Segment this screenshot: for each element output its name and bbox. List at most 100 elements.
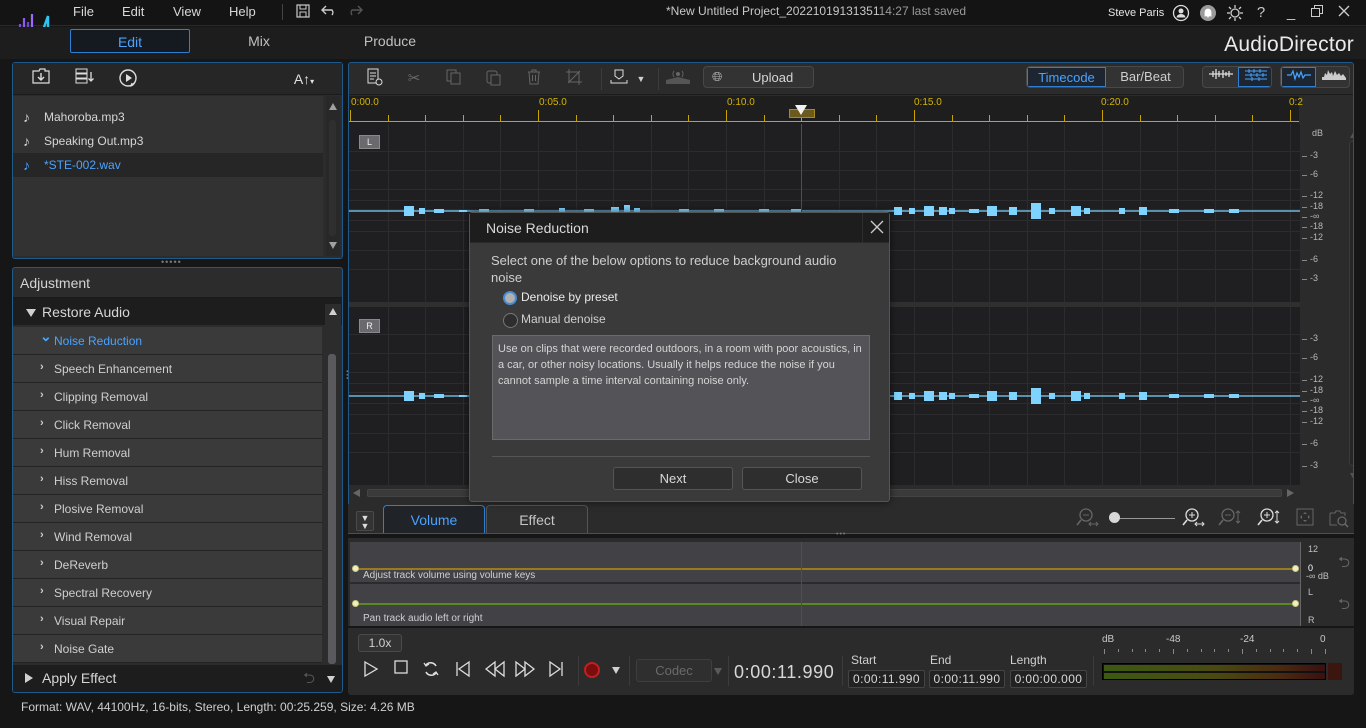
pan-envelope-line[interactable] xyxy=(356,603,1296,605)
adjustment-item[interactable]: › Spectral Recovery xyxy=(13,579,322,607)
menu-file[interactable]: File xyxy=(73,4,94,19)
import-list-icon[interactable] xyxy=(73,68,97,90)
panel-splitter[interactable]: ••••• xyxy=(161,257,182,267)
marker-dropdown-icon[interactable]: ▼ xyxy=(629,68,653,90)
scroll-down-icon[interactable] xyxy=(327,676,335,683)
adjustment-item[interactable]: › Clipping Removal xyxy=(13,383,322,411)
ruler-label: 0:2 xyxy=(1289,97,1303,108)
db-label: -∞ xyxy=(1310,395,1320,405)
menu-view[interactable]: View xyxy=(173,4,201,19)
codec-button: Codec xyxy=(636,659,712,682)
adjustment-item[interactable]: › DeReverb xyxy=(13,551,322,579)
stop-icon[interactable] xyxy=(391,660,411,680)
restore-audio-header[interactable]: Restore Audio xyxy=(13,297,342,325)
tab-volume[interactable]: Volume xyxy=(383,505,485,534)
collapse-panel-button[interactable]: ▼ ▼ xyxy=(356,511,374,531)
scroll-right-icon[interactable] xyxy=(1287,489,1294,497)
scroll-up-icon[interactable] xyxy=(329,308,337,315)
library-item[interactable]: ♪ Speaking Out.mp3 xyxy=(13,129,323,153)
adjustment-item[interactable]: › Hum Removal xyxy=(13,439,322,467)
playhead-marker-icon[interactable] xyxy=(794,105,807,115)
scroll-up-icon[interactable] xyxy=(329,103,337,110)
timecode-option[interactable]: Timecode xyxy=(1027,67,1106,87)
library-item[interactable]: ♪ *STE-002.wav xyxy=(13,153,323,177)
mode-tab-produce[interactable]: Produce xyxy=(330,29,450,53)
rewind-icon[interactable] xyxy=(483,660,507,680)
undo-icon[interactable] xyxy=(320,3,338,21)
next-button[interactable]: Next xyxy=(613,467,733,490)
menu-help[interactable]: Help xyxy=(229,4,256,19)
lower-splitter[interactable]: ••• xyxy=(836,531,846,538)
spectral-view-icon[interactable] xyxy=(1316,67,1349,87)
time-ruler[interactable]: 0:00.0 0:05.0 0:10.0 0:15.0 0:20.0 0:2 xyxy=(349,96,1303,124)
marker-icon[interactable] xyxy=(607,68,631,90)
dialog-close-icon[interactable] xyxy=(870,220,884,237)
adjustment-item[interactable]: › Plosive Removal xyxy=(13,495,322,523)
properties-icon[interactable] xyxy=(363,68,387,90)
zoom-in-horizontal-icon[interactable] xyxy=(1181,507,1207,531)
scroll-thumb[interactable] xyxy=(328,354,336,664)
waveform-view-icon[interactable] xyxy=(1281,67,1316,87)
record-button[interactable] xyxy=(584,662,600,678)
apply-effect-header[interactable]: Apply Effect ⮌ xyxy=(13,665,342,692)
loop-icon[interactable] xyxy=(421,660,441,680)
restore-icon[interactable] xyxy=(1307,4,1327,22)
length-time-field[interactable]: 0:00:00.000 xyxy=(1010,670,1087,688)
adjustment-item[interactable]: › Speech Enhancement xyxy=(13,355,322,383)
pan-keyframe[interactable] xyxy=(352,600,359,607)
minimize-icon[interactable]: _ xyxy=(1281,4,1301,22)
download-online-icon[interactable] xyxy=(117,68,141,90)
scroll-left-icon[interactable] xyxy=(353,489,360,497)
adjustment-item[interactable]: › Wind Removal xyxy=(13,523,322,551)
adjustment-scrollbar[interactable] xyxy=(325,304,341,665)
barbeat-option[interactable]: Bar/Beat xyxy=(1106,67,1183,87)
skip-start-icon[interactable] xyxy=(453,660,473,680)
save-icon[interactable] xyxy=(294,3,312,21)
import-media-icon[interactable] xyxy=(29,68,53,90)
help-icon[interactable]: ? xyxy=(1251,4,1271,22)
adjustment-item[interactable]: ⌄ Noise Reduction xyxy=(13,327,322,355)
account-icon[interactable] xyxy=(1171,4,1191,22)
scroll-track[interactable] xyxy=(1349,141,1353,466)
scroll-down-icon[interactable] xyxy=(329,242,337,249)
end-time-field[interactable]: 0:00:11.990 xyxy=(929,670,1005,688)
library-item[interactable]: ♪ Mahoroba.mp3 xyxy=(13,105,323,129)
library-scrollbar[interactable] xyxy=(326,96,340,256)
user-name[interactable]: Steve Paris xyxy=(1108,7,1164,19)
play-icon[interactable] xyxy=(361,660,381,680)
sort-button[interactable]: A↑▾ xyxy=(289,68,319,90)
skip-end-icon[interactable] xyxy=(546,660,566,680)
notification-icon[interactable] xyxy=(1198,4,1218,22)
adjustment-item[interactable]: › Visual Repair xyxy=(13,607,322,635)
pan-keyframe[interactable] xyxy=(1292,600,1299,607)
adjustment-item[interactable]: › Noise Gate xyxy=(13,635,322,663)
tab-effect[interactable]: Effect xyxy=(486,505,588,534)
adjustment-item[interactable]: › Hiss Removal xyxy=(13,467,322,495)
volume-lane[interactable]: Adjust track volume using volume keys xyxy=(350,542,1300,582)
vertical-zoom-scrollbar[interactable] xyxy=(1349,131,1353,481)
scroll-down-icon[interactable] xyxy=(1350,473,1353,480)
record-dropdown-icon[interactable] xyxy=(612,667,620,674)
zoom-in-vertical-icon[interactable] xyxy=(1256,507,1282,531)
fast-forward-icon[interactable] xyxy=(513,660,537,680)
close-button[interactable]: Close xyxy=(742,467,862,490)
mode-bar: Edit Mix Produce AudioDirector xyxy=(0,27,1366,59)
settings-icon[interactable] xyxy=(1225,4,1245,22)
zoom-slider-track[interactable] xyxy=(1111,518,1175,519)
mode-tab-edit[interactable]: Edit xyxy=(70,29,190,53)
menu-edit[interactable]: Edit xyxy=(122,4,144,19)
close-window-icon[interactable] xyxy=(1334,4,1354,22)
waveform-split-icon[interactable] xyxy=(1238,67,1271,87)
mode-tab-mix[interactable]: Mix xyxy=(199,29,319,53)
zoom-slider-handle[interactable] xyxy=(1109,512,1120,523)
adjustment-item[interactable]: › Click Removal xyxy=(13,411,322,439)
scroll-up-icon[interactable] xyxy=(1350,131,1353,138)
scroll-track[interactable] xyxy=(329,120,336,236)
pan-lane[interactable]: Pan track audio left or right xyxy=(350,584,1300,626)
volume-keyframe[interactable] xyxy=(352,565,359,572)
playback-speed-button[interactable]: 1.0x xyxy=(358,634,402,652)
waveform-merged-icon[interactable] xyxy=(1203,67,1238,87)
start-time-field[interactable]: 0:00:11.990 xyxy=(848,670,925,688)
upload-button[interactable]: 🌐︎ Upload xyxy=(703,66,814,88)
volume-keyframe[interactable] xyxy=(1292,565,1299,572)
